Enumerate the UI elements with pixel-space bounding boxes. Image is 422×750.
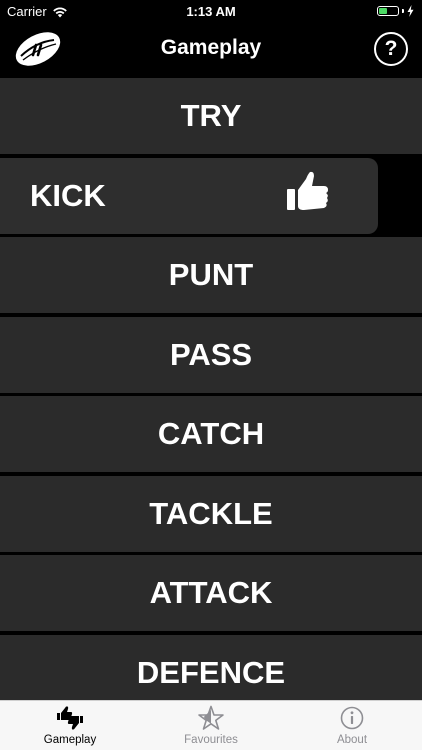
help-button[interactable]: ? <box>374 32 408 66</box>
list-item-label: CATCH <box>157 416 265 451</box>
list-item-label: KICK <box>30 178 106 213</box>
list-item-try[interactable]: TRY <box>0 78 422 154</box>
list-item-tackle[interactable]: TACKLE <box>0 476 422 552</box>
list-item-label: PASS <box>169 337 253 372</box>
list-item-label: TACKLE <box>149 496 273 531</box>
tab-label: About <box>336 734 368 746</box>
list-item-attack[interactable]: ATTACK <box>0 555 422 631</box>
star-icon <box>198 705 224 730</box>
battery-indicator <box>377 5 414 17</box>
list-item-catch[interactable]: CATCH <box>0 396 422 472</box>
list-item-pass[interactable]: PASS <box>0 317 422 393</box>
page-title: Gameplay <box>160 36 262 59</box>
list-item-defence[interactable]: DEFENCE <box>0 635 422 700</box>
gameplay-list: TRY KICK PUNT PASS CATCH TACKLE ATTACK D… <box>0 78 422 700</box>
thumbs-up-icon[interactable] <box>286 170 330 214</box>
list-item-label: ATTACK <box>149 575 273 610</box>
list-item-label: TRY <box>180 98 242 133</box>
list-item-kick[interactable]: KICK <box>0 158 378 234</box>
info-icon <box>340 706 364 730</box>
tab-gameplay[interactable]: Gameplay <box>0 701 140 750</box>
battery-fill <box>379 8 387 14</box>
battery-icon <box>377 6 399 16</box>
tab-favourites[interactable]: Favourites <box>141 701 281 750</box>
list-item-label: PUNT <box>168 257 254 292</box>
tab-bar: Gameplay Favourites About <box>0 700 422 750</box>
tab-label: Gameplay <box>43 734 97 746</box>
tab-about[interactable]: About <box>282 701 422 750</box>
status-time: 1:13 AM <box>186 4 236 19</box>
thumbs-up-down-icon <box>57 706 83 730</box>
navigation-bar: Gameplay ? <box>0 22 422 78</box>
status-bar: Carrier 1:13 AM <box>0 0 422 22</box>
charging-bolt-icon <box>407 5 414 17</box>
battery-cap <box>402 9 404 13</box>
list-item-punt[interactable]: PUNT <box>0 237 422 313</box>
list-item-label: DEFENCE <box>136 655 286 690</box>
tab-label: Favourites <box>184 734 238 746</box>
app-screen: Carrier 1:13 AM Gameplay ? TRY KICK PUNT… <box>0 0 422 750</box>
